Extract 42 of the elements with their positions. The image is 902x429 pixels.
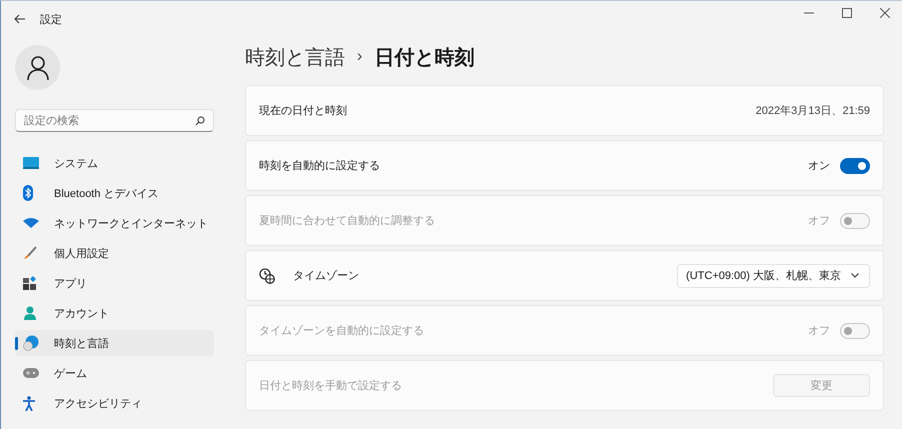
monitor-icon xyxy=(23,157,39,169)
breadcrumb-parent[interactable]: 時刻と言語 xyxy=(245,44,345,70)
person-icon xyxy=(23,306,37,320)
setting-label: 時刻を自動的に設定する xyxy=(259,158,380,173)
back-arrow-icon[interactable] xyxy=(14,14,26,24)
clock-globe-icon xyxy=(259,268,275,284)
close-icon[interactable] xyxy=(880,8,890,18)
setting-label: 現在の日付と時刻 xyxy=(259,104,347,118)
nav-item[interactable]: ゲーム xyxy=(15,360,214,386)
nav-item[interactable]: アクセシビリティ xyxy=(15,390,214,416)
accessibility-icon xyxy=(23,396,35,410)
toggle-state: オフ xyxy=(808,214,830,228)
date-time-value: 2022年3月13日、21:59 xyxy=(756,104,870,118)
apps-icon xyxy=(23,276,37,290)
search-field[interactable]: 設定の検索 xyxy=(15,109,214,132)
bluetooth-icon xyxy=(23,185,33,201)
nav-item[interactable]: システム xyxy=(15,150,214,176)
nav-item[interactable]: アプリ xyxy=(15,270,214,296)
nav-item[interactable]: 時刻と言語 xyxy=(15,330,214,356)
nav-item[interactable]: アカウント xyxy=(15,300,214,326)
nav-item[interactable]: Bluetooth とデバイス xyxy=(15,180,214,206)
wifi-icon xyxy=(23,218,39,228)
brush-icon xyxy=(23,246,37,260)
toggle-switch[interactable] xyxy=(840,158,870,174)
nav-item[interactable]: ネットワークとインターネット xyxy=(15,210,214,236)
search-icon xyxy=(195,116,205,126)
setting-label: 夏時間に合わせて自動的に調整する xyxy=(259,214,435,228)
setting-label: タイムゾーンを自動的に設定する xyxy=(259,324,424,338)
setting-label: タイムゾーン xyxy=(293,269,359,283)
breadcrumb-separator: › xyxy=(357,48,362,66)
window-title: 設定 xyxy=(40,12,62,26)
toggle-state: オフ xyxy=(808,324,830,338)
person-icon xyxy=(26,56,48,80)
chevron-down-icon xyxy=(851,273,859,278)
globe-clock-icon xyxy=(23,335,39,351)
toggle-state: オン xyxy=(808,159,830,173)
setting-label: 日付と時刻を手動で設定する xyxy=(259,378,402,393)
timezone-dropdown[interactable]: (UTC+09:00) 大阪、札幌、東京 xyxy=(677,264,870,288)
nav-item[interactable]: 個人用設定 xyxy=(15,240,214,266)
page-title: 日付と時刻 xyxy=(374,46,474,70)
gamepad-icon xyxy=(23,368,39,378)
maximize-icon[interactable] xyxy=(842,8,852,18)
